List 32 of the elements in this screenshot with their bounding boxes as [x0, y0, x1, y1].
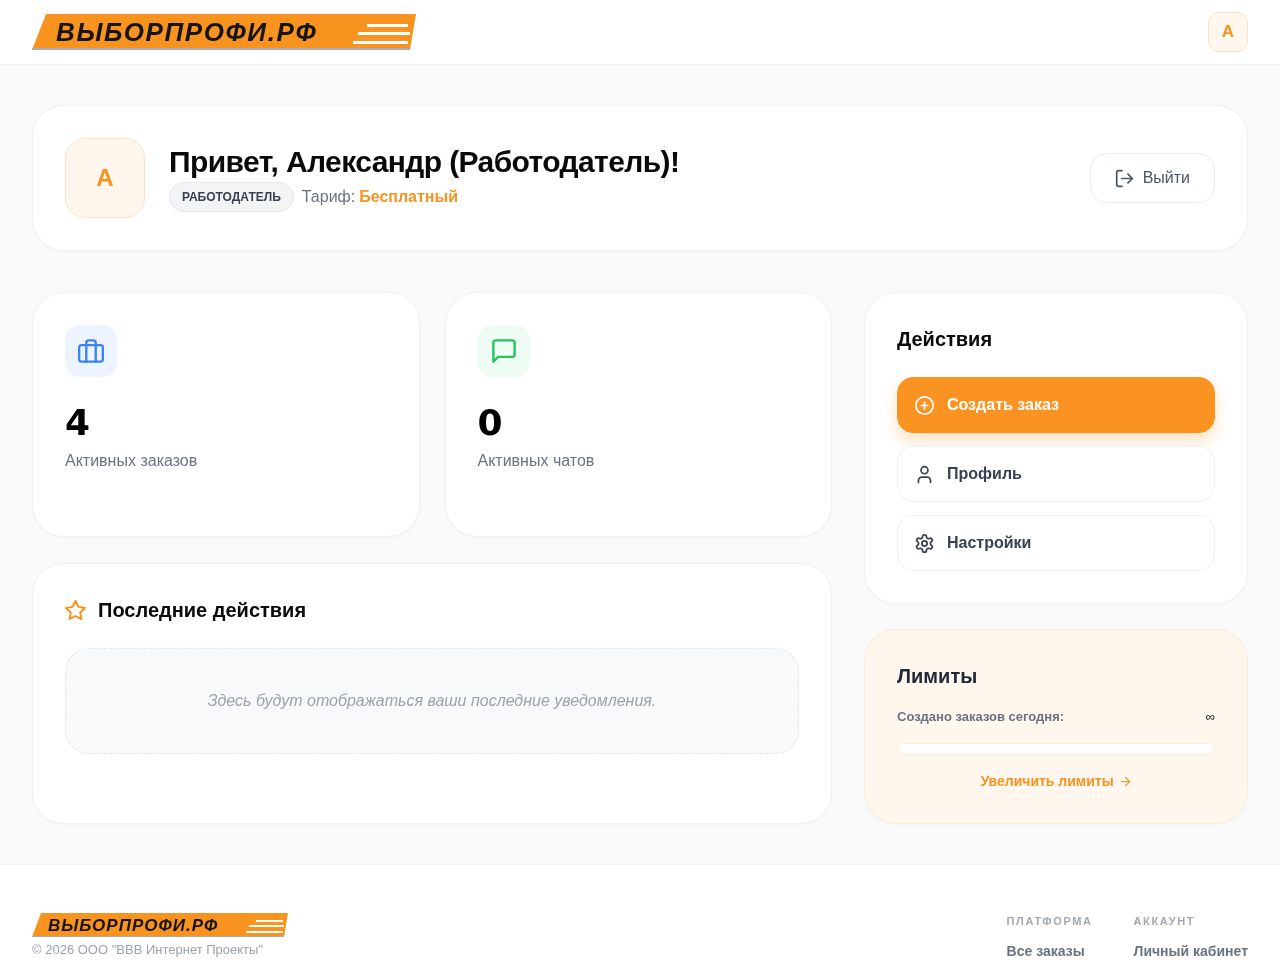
empty-message: Здесь будут отображаться ваши последние уведомления. [207, 691, 657, 711]
section-title: Последние действия [98, 598, 307, 623]
footer-link[interactable]: Личный кабинет [1133, 942, 1248, 960]
user-icon [915, 464, 934, 484]
action-button[interactable]: Профиль [897, 446, 1215, 502]
settings-icon [915, 533, 934, 553]
stat-label: Активных заказов [65, 451, 199, 471]
plus-circle-icon [915, 395, 934, 415]
stat-value: 4 [65, 401, 93, 445]
chat-bubble-icon [477, 325, 530, 377]
footer-link[interactable]: Все заказы [1006, 942, 1093, 960]
footer-heading: ПЛАТФОРМА [1006, 914, 1093, 928]
section-title: Действия [897, 327, 994, 352]
star-icon [65, 599, 86, 621]
plan-label: Тариф: [301, 187, 356, 207]
stat-value: 0 [477, 401, 505, 445]
stat-label: Активных чатов [477, 451, 596, 471]
action-button[interactable]: Настройки [897, 515, 1215, 571]
logout-icon [1114, 168, 1134, 188]
section-title: Лимиты [897, 664, 979, 689]
limit-value: ∞ [1205, 708, 1215, 727]
greeting-title: Привет, Александр (Работодатель)! [169, 144, 681, 180]
briefcase-icon [65, 325, 117, 377]
copyright-text: © 2026 ООО "ВВВ Интернет Проекты" [32, 942, 265, 958]
logo[interactable]: ВЫБОРПРОФИ.РФ [32, 913, 288, 937]
user-avatar: А [65, 138, 145, 218]
role-badge: РАБОТОДАТЕЛЬ [169, 182, 294, 212]
plan-value: Бесплатный [359, 187, 458, 207]
logo[interactable]: ВЫБОРПРОФИ.РФ [32, 14, 416, 50]
limit-label: Создано заказов сегодня: [897, 708, 1065, 727]
logout-button[interactable]: Выйти [1089, 153, 1215, 203]
footer-heading: АККАУНТ [1133, 914, 1197, 928]
